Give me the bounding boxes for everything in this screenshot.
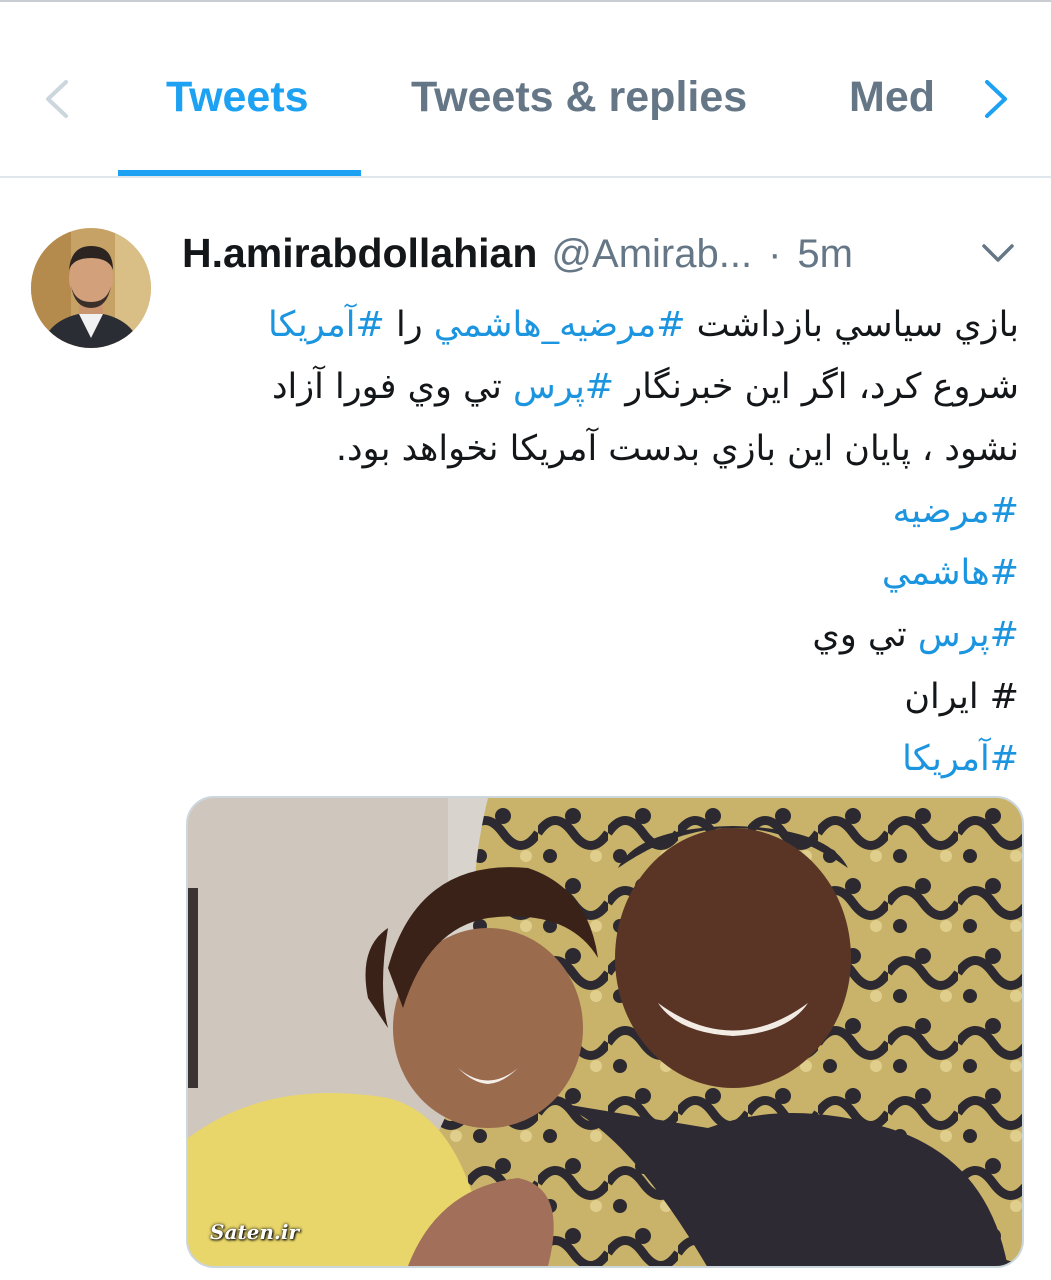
avatar[interactable] xyxy=(31,228,151,348)
hashtag-link[interactable]: #هاشمي xyxy=(882,553,1019,593)
hashtag-link[interactable]: #آمريكا xyxy=(268,305,385,345)
tweet-line: شروع كرد، اگر اين خبرنگار #پرس تي وي فور… xyxy=(271,367,1019,407)
tab-media[interactable]: Med xyxy=(849,70,935,124)
tweet-line: نشود ، پايان اين بازي بدست آمريكا نخواهد… xyxy=(335,429,1019,469)
tweet-line: #مرضيه xyxy=(179,480,1019,542)
separator-dot: · xyxy=(768,232,782,276)
hashtag-link[interactable]: #پرس xyxy=(918,615,1019,655)
chevron-down-icon[interactable] xyxy=(980,238,1016,268)
tweet[interactable]: H.amirabdollahian @Amirab... · 5m بازي سياس… xyxy=(0,178,1051,1280)
tweet-line: #پرس تي وي xyxy=(812,615,1019,655)
hashtag-link[interactable]: #پرس xyxy=(513,367,614,407)
tweet-line: # ايران xyxy=(904,677,1019,717)
tab-tweets[interactable]: Tweets xyxy=(166,70,309,124)
photo-watermark: Saten.ir xyxy=(210,1220,300,1244)
tweet-text: بازي سياسي بازداشت #مرضيه_هاشمي را #آمري… xyxy=(179,294,1019,790)
tweet-line: #هاشمي xyxy=(179,542,1019,604)
chevron-right-icon[interactable] xyxy=(975,74,1015,124)
tweet-header: H.amirabdollahian @Amirab... · 5m xyxy=(182,230,853,286)
hashtag-link[interactable]: #آمريكا xyxy=(902,739,1019,779)
timestamp[interactable]: 5m xyxy=(797,232,853,276)
hashtag-link[interactable]: #مرضيه_هاشمي xyxy=(434,305,686,345)
tweet-photo[interactable]: Saten.ir xyxy=(186,796,1024,1268)
tweet-line: بازي سياسي بازداشت #مرضيه_هاشمي را #آمري… xyxy=(268,305,1019,345)
profile-tab-bar: Tweets Tweets & replies Med xyxy=(0,2,1051,177)
tweet-line: #آمريكا xyxy=(179,728,1019,790)
tab-tweets-and-replies[interactable]: Tweets & replies xyxy=(411,70,747,124)
hashtag-link[interactable]: #مرضيه xyxy=(893,491,1019,531)
chevron-left-icon[interactable] xyxy=(38,74,78,124)
author-name[interactable]: H.amirabdollahian xyxy=(182,230,537,276)
author-handle[interactable]: @Amirab... xyxy=(551,232,752,276)
